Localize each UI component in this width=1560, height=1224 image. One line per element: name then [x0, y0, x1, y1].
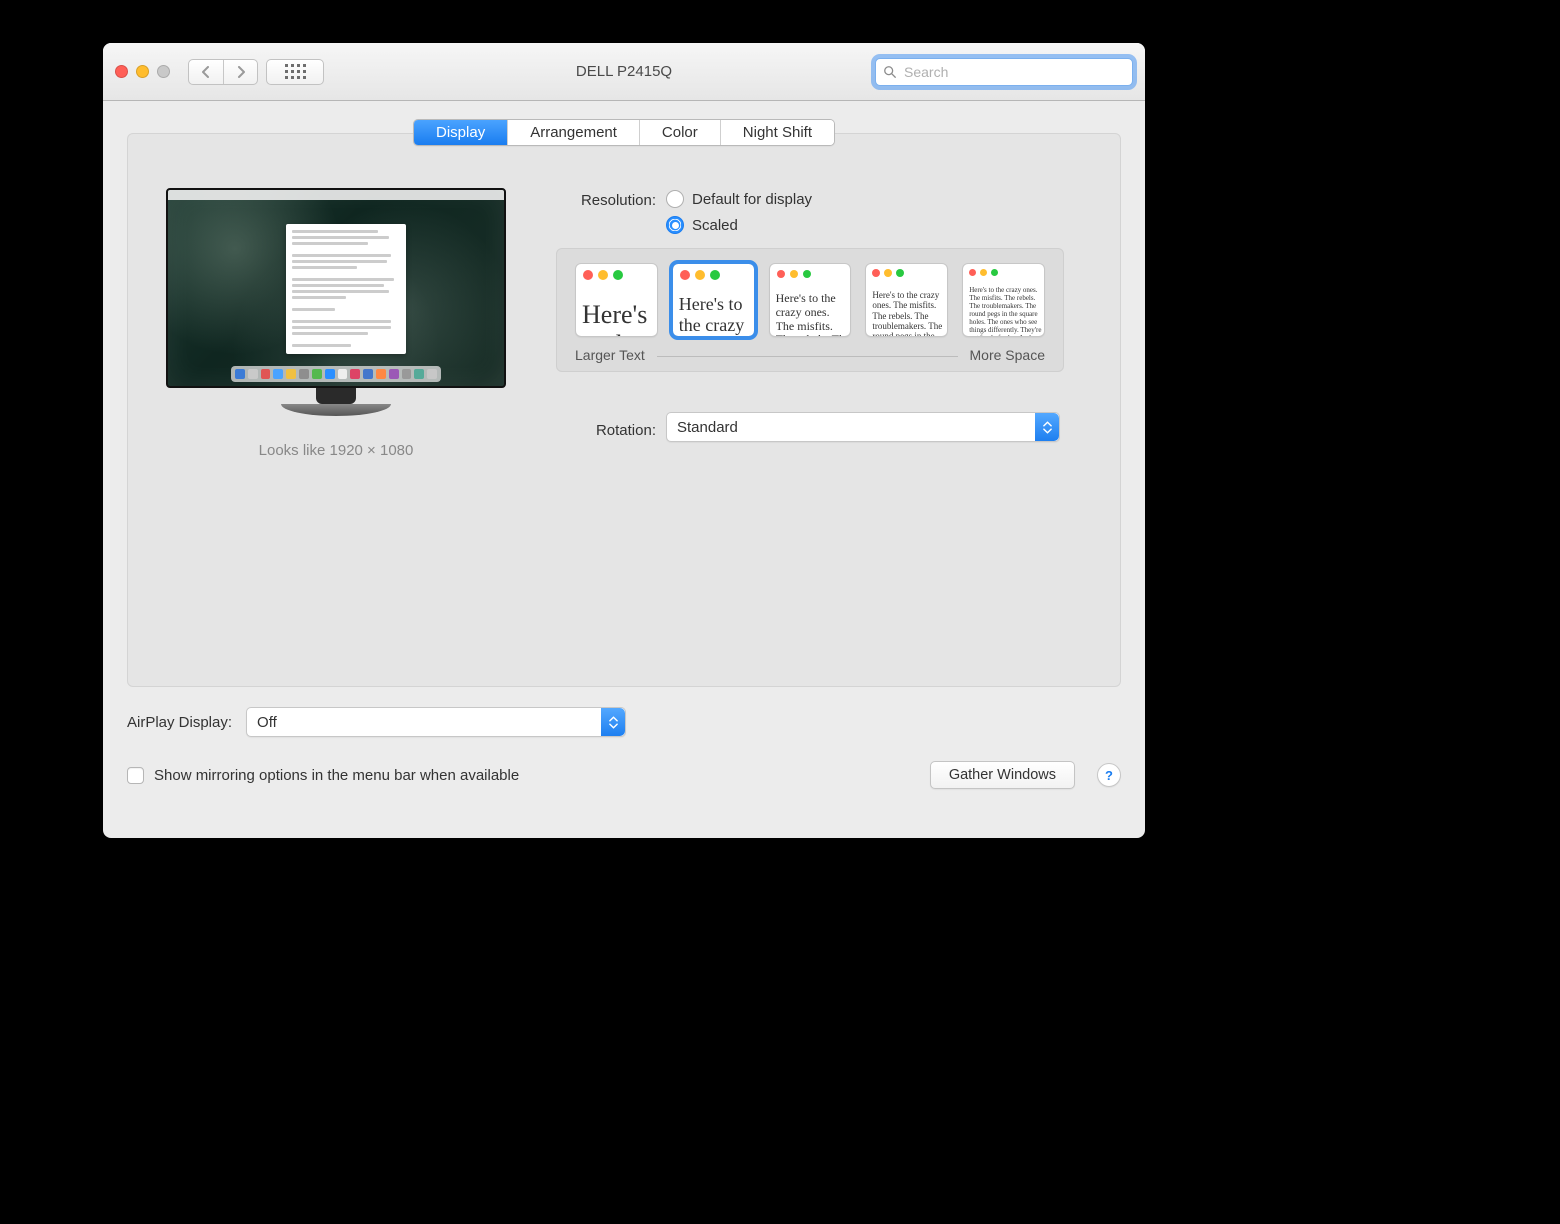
scale-larger-text-label: Larger Text [575, 347, 645, 363]
back-button[interactable] [189, 60, 223, 84]
scale-option-3[interactable]: Here's to the crazy ones. The misfits. T… [769, 263, 852, 337]
search-icon [883, 65, 897, 79]
scale-option-1[interactable]: Here's to the crazy ones. The misfits. T… [575, 263, 658, 337]
window-controls [115, 65, 170, 78]
airplay-label: AirPlay Display: [127, 714, 232, 731]
scale-option-4[interactable]: Here's to the crazy ones. The misfits. T… [865, 263, 948, 337]
select-stepper-icon [601, 708, 625, 736]
search-field-wrap [875, 58, 1133, 86]
scale-option-2[interactable]: Here's to the crazy ones. The misfits. T… [672, 263, 755, 337]
preferences-window: DELL P2415Q Display Arrangement Color Ni… [103, 43, 1145, 838]
select-stepper-icon [1035, 413, 1059, 441]
radio-label: Scaled [692, 217, 738, 234]
chevron-right-icon [236, 66, 246, 78]
close-window-button[interactable] [115, 65, 128, 78]
help-button[interactable]: ? [1097, 763, 1121, 787]
radio-label: Default for display [692, 191, 812, 208]
radio-icon [666, 190, 684, 208]
airplay-select[interactable]: Off [246, 707, 626, 737]
monitor-preview: Looks like 1920 × 1080 [156, 188, 516, 459]
minimize-window-button[interactable] [136, 65, 149, 78]
search-input[interactable] [875, 58, 1133, 86]
zoom-window-button [157, 65, 170, 78]
scale-more-space-label: More Space [970, 347, 1045, 363]
tab-display[interactable]: Display [414, 120, 507, 145]
toolbar: DELL P2415Q [103, 43, 1145, 101]
looks-like-label: Looks like 1920 × 1080 [156, 442, 516, 459]
settings-column: Resolution: Default for display Scaled [556, 188, 1092, 459]
tab-color[interactable]: Color [639, 120, 720, 145]
rotation-value: Standard [677, 419, 738, 436]
show-all-button[interactable] [266, 59, 324, 85]
resolution-label: Resolution: [556, 190, 666, 209]
radio-icon [666, 216, 684, 234]
chevron-left-icon [201, 66, 211, 78]
mirroring-checkbox[interactable] [127, 767, 144, 784]
nav-buttons [188, 59, 258, 85]
airplay-value: Off [257, 714, 277, 731]
mirroring-label: Show mirroring options in the menu bar w… [154, 767, 519, 784]
rotation-label: Rotation: [556, 416, 666, 439]
scale-divider [657, 356, 958, 363]
rotation-select[interactable]: Standard [666, 412, 1060, 442]
display-panel: Looks like 1920 × 1080 Resolution: Defau… [127, 133, 1121, 687]
forward-button[interactable] [223, 60, 257, 84]
bottom-area: AirPlay Display: Off Show mirroring opti… [103, 701, 1145, 807]
scale-option-5[interactable]: Here's to the crazy ones. The misfits. T… [962, 263, 1045, 337]
monitor-screen [166, 188, 506, 388]
tab-arrangement[interactable]: Arrangement [507, 120, 639, 145]
radio-scaled[interactable]: Scaled [666, 216, 812, 234]
radio-default-for-display[interactable]: Default for display [666, 190, 812, 208]
tab-night-shift[interactable]: Night Shift [720, 120, 834, 145]
grid-icon [285, 64, 306, 79]
tabs: Display Arrangement Color Night Shift [103, 101, 1145, 146]
scale-options: Here's to the crazy ones. The misfits. T… [556, 248, 1064, 372]
gather-windows-button[interactable]: Gather Windows [930, 761, 1075, 789]
